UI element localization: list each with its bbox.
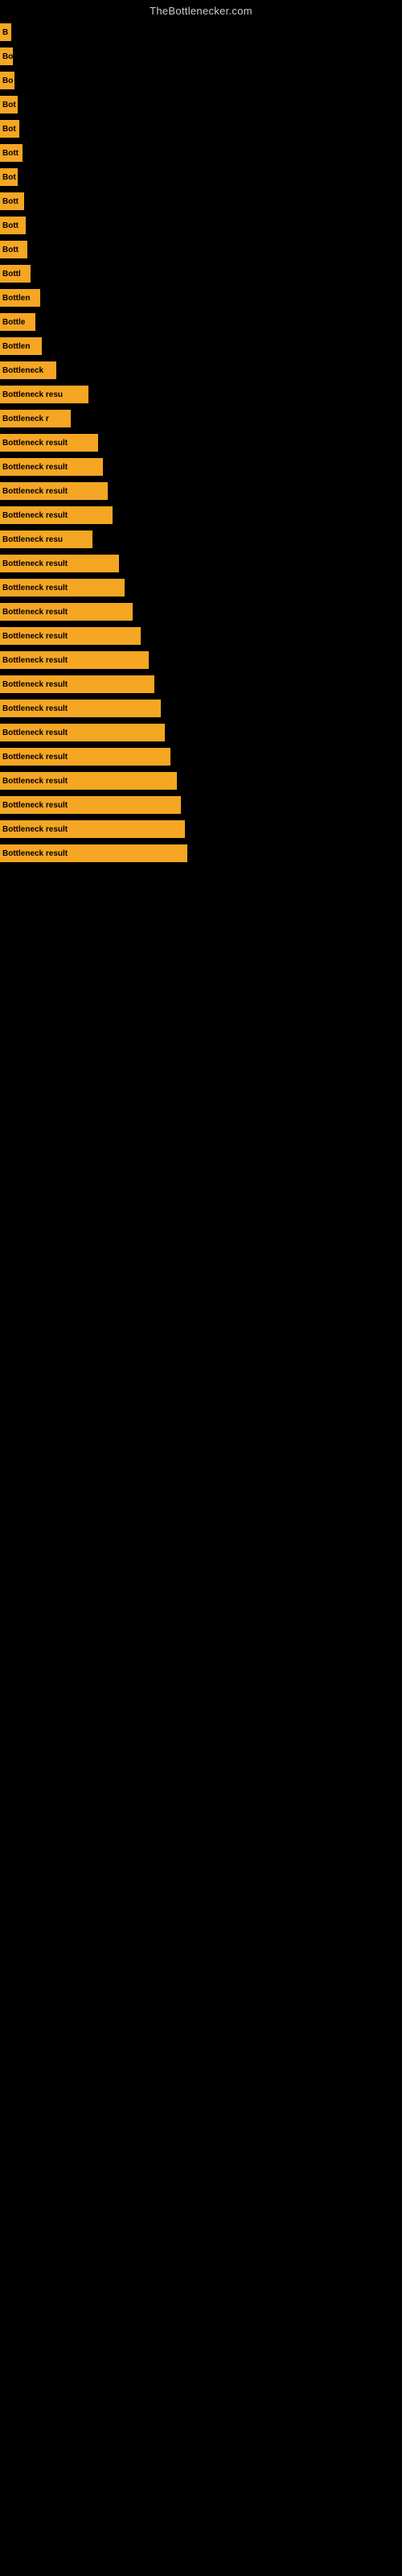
bar-label: Bot [0, 96, 18, 114]
bar-label: Bottle [0, 313, 35, 331]
bar-label: Bo [0, 72, 14, 89]
bar-row: Bottleneck [0, 358, 402, 382]
site-title: TheBottlenecker.com [0, 0, 402, 20]
bar-label: Bottlen [0, 289, 40, 307]
bar-row: Bo [0, 68, 402, 93]
bar-label: Bottleneck result [0, 796, 181, 814]
bar-row: Bottleneck r [0, 407, 402, 431]
bar-label: Bottleneck result [0, 748, 170, 766]
bar-label: Bottleneck result [0, 651, 149, 669]
bar-label: Bott [0, 217, 26, 234]
bar-label: Bot [0, 120, 19, 138]
bar-row: Bottleneck result [0, 745, 402, 769]
bar-label: Bottleneck result [0, 458, 103, 476]
bar-label: Bottleneck result [0, 772, 177, 790]
bar-row: Bottleneck result [0, 431, 402, 455]
bar-label: B [0, 23, 11, 41]
bar-row: Bottleneck result [0, 841, 402, 865]
bar-row: Bottlen [0, 286, 402, 310]
bar-label: Bott [0, 192, 24, 210]
bar-label: Bottleneck result [0, 579, 125, 597]
bar-label: Bottleneck result [0, 555, 119, 572]
bar-label: Bo [0, 47, 13, 65]
bar-row: Bottlen [0, 334, 402, 358]
bar-row: Bottleneck result [0, 648, 402, 672]
bar-row: Bot [0, 165, 402, 189]
bar-row: Bottleneck resu [0, 382, 402, 407]
bar-row: Bottleneck result [0, 503, 402, 527]
bar-row: Bottleneck result [0, 793, 402, 817]
bar-row: Bottleneck result [0, 672, 402, 696]
bar-row: Bottleneck resu [0, 527, 402, 551]
bar-label: Bottlen [0, 337, 42, 355]
bar-row: Bottleneck result [0, 600, 402, 624]
bar-label: Bottleneck result [0, 724, 165, 741]
bar-label: Bottleneck result [0, 434, 98, 452]
bar-label: Bottleneck resu [0, 530, 92, 548]
bar-row: Bottleneck result [0, 720, 402, 745]
bar-row: Bott [0, 141, 402, 165]
bar-label: Bottleneck [0, 361, 56, 379]
bar-label: Bott [0, 241, 27, 258]
bar-label: Bottleneck result [0, 844, 187, 862]
bar-label: Bottleneck resu [0, 386, 88, 403]
bar-row: Bott [0, 213, 402, 237]
bar-row: Bottleneck result [0, 696, 402, 720]
bar-label: Bottleneck result [0, 820, 185, 838]
bar-row: Bottl [0, 262, 402, 286]
bar-label: Bottleneck result [0, 506, 113, 524]
bar-row: Bottleneck result [0, 455, 402, 479]
bar-label: Bott [0, 144, 23, 162]
bar-label: Bottleneck result [0, 675, 154, 693]
bar-label: Bottleneck result [0, 700, 161, 717]
bar-row: Bottleneck result [0, 479, 402, 503]
bar-row: Bott [0, 237, 402, 262]
bar-label: Bot [0, 168, 18, 186]
bar-row: Bot [0, 93, 402, 117]
bar-row: Bott [0, 189, 402, 213]
bar-label: Bottleneck result [0, 603, 133, 621]
bar-row: B [0, 20, 402, 44]
bar-label: Bottl [0, 265, 31, 283]
bar-row: Bo [0, 44, 402, 68]
bar-row: Bottleneck result [0, 769, 402, 793]
bar-row: Bottle [0, 310, 402, 334]
bar-label: Bottleneck r [0, 410, 71, 427]
bar-label: Bottleneck result [0, 627, 141, 645]
bar-row: Bottleneck result [0, 576, 402, 600]
bar-row: Bottleneck result [0, 817, 402, 841]
bar-row: Bottleneck result [0, 551, 402, 576]
bar-label: Bottleneck result [0, 482, 108, 500]
bar-row: Bot [0, 117, 402, 141]
bar-row: Bottleneck result [0, 624, 402, 648]
